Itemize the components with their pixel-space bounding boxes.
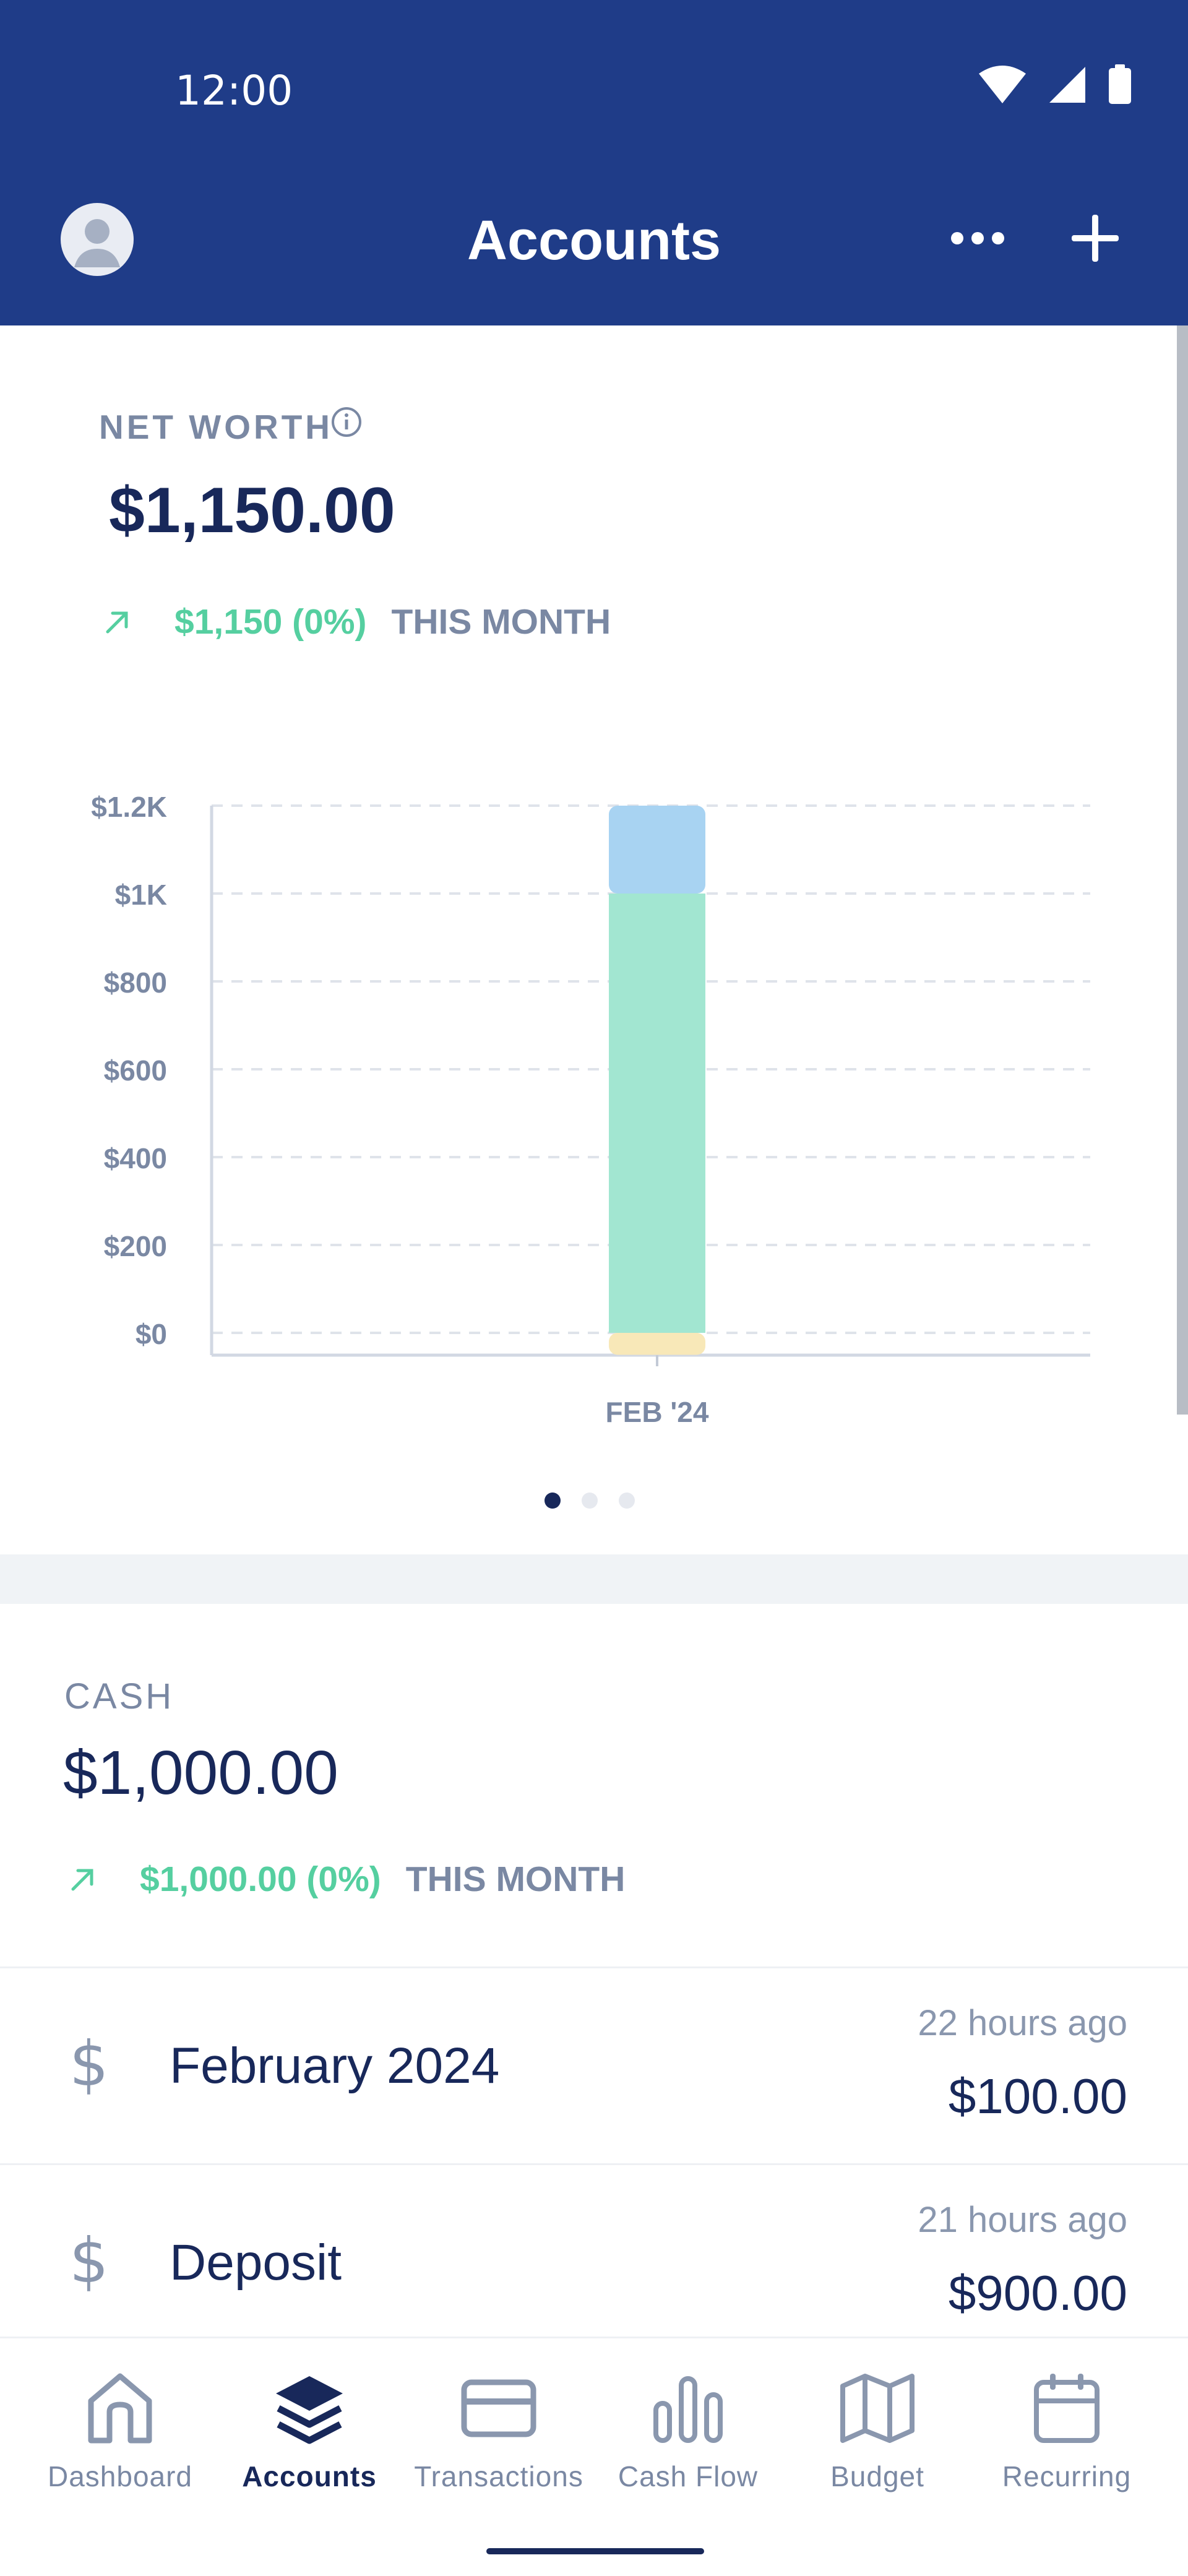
nav-label: Transactions [414, 2460, 583, 2492]
bar-segment [609, 806, 705, 894]
bottom-nav: Dashboard Accounts Transactions Cash Flo… [0, 2337, 1188, 2576]
status-icons [978, 64, 1132, 105]
nav-transactions[interactable]: Transactions [406, 2368, 592, 2493]
nav-cash-flow[interactable]: Cash Flow [595, 2368, 781, 2493]
app-header: 12:00 Accounts [0, 0, 1188, 325]
section-separator [0, 1554, 1188, 1604]
x-tick-label: FEB '24 [606, 1396, 709, 1428]
y-tick-label: $600 [104, 1054, 167, 1087]
cash-change: $1,000.00 (0%) THIS MONTH [69, 1859, 625, 1900]
nav-label: Accounts [242, 2460, 377, 2492]
trend-up-icon [71, 1869, 93, 1891]
battery-icon [1109, 64, 1131, 104]
cash-change-period: THIS MONTH [405, 1859, 626, 1899]
add-account-button[interactable] [1064, 210, 1126, 266]
plus-icon [1072, 215, 1119, 262]
signal-icon [1049, 67, 1085, 103]
card-icon [461, 2379, 536, 2437]
account-row-title: Deposit [170, 2234, 342, 2291]
net-worth-change-period: THIS MONTH [391, 602, 611, 642]
account-row-title: February 2024 [170, 2038, 500, 2094]
status-time: 12:00 [175, 67, 293, 114]
calendar-icon [1034, 2374, 1100, 2443]
account-row-amount: $900.00 [948, 2265, 1127, 2320]
map-icon [840, 2374, 915, 2443]
nav-recurring[interactable]: Recurring [974, 2368, 1160, 2493]
nav-label: Cash Flow [618, 2460, 759, 2492]
nav-label: Dashboard [47, 2460, 193, 2492]
dollar-icon: $ [69, 2225, 109, 2297]
y-tick-label: $1K [115, 879, 167, 911]
bar-segment [609, 894, 705, 1333]
net-worth-chart[interactable]: $1.2K $1K $800 $600 $400 $200 $0 FEB '24 [0, 767, 1188, 1448]
account-row-amount: $100.00 [948, 2069, 1127, 2124]
y-tick-label: $200 [104, 1230, 167, 1262]
y-tick-label: $0 [136, 1318, 167, 1350]
bar-segment [609, 1333, 705, 1355]
trend-up-icon [106, 611, 128, 634]
y-tick-label: $1.2K [91, 791, 167, 823]
net-worth-label: NET WORTH [99, 408, 334, 446]
carousel-dot[interactable] [544, 1493, 561, 1509]
cash-value: $1,000.00 [63, 1738, 338, 1807]
y-tick-label: $800 [104, 967, 167, 999]
info-icon[interactable] [330, 406, 363, 438]
account-row-time: 22 hours ago [918, 2003, 1127, 2043]
net-worth-value: $1,150.00 [109, 475, 395, 546]
net-worth-change-amount: $1,150 (0%) [174, 602, 367, 642]
carousel-dot[interactable] [619, 1493, 635, 1509]
carousel-indicator [544, 1493, 635, 1509]
more-button[interactable] [947, 213, 1009, 263]
y-tick-label: $400 [104, 1142, 167, 1174]
net-worth-chart-svg: $1.2K $1K $800 $600 $400 $200 $0 FEB '24 [91, 791, 1090, 1428]
cash-label: CASH [64, 1676, 174, 1717]
carousel-dot[interactable] [582, 1493, 598, 1509]
cash-change-amount: $1,000.00 (0%) [140, 1859, 381, 1899]
nav-budget[interactable]: Budget [785, 2368, 970, 2493]
more-icon [951, 232, 1004, 244]
net-worth-change: $1,150 (0%) THIS MONTH [104, 601, 611, 642]
nav-accounts[interactable]: Accounts [217, 2368, 402, 2493]
bar-chart-icon [653, 2376, 723, 2443]
nav-label: Budget [830, 2460, 924, 2492]
nav-dashboard[interactable]: Dashboard [27, 2368, 213, 2493]
page-title: Accounts [467, 210, 721, 272]
dollar-icon: $ [69, 2028, 109, 2100]
nav-label: Recurring [1002, 2460, 1132, 2492]
layers-icon [276, 2376, 343, 2444]
account-row-time: 21 hours ago [918, 2200, 1127, 2240]
home-indicator [486, 2548, 704, 2554]
wifi-icon [979, 66, 1026, 103]
scrollbar[interactable] [1177, 325, 1188, 1415]
home-icon [88, 2373, 152, 2444]
account-row[interactable]: $ Deposit 21 hours ago $900.00 [0, 2165, 1188, 2361]
account-row[interactable]: $ February 2024 22 hours ago $100.00 [0, 1968, 1188, 2165]
